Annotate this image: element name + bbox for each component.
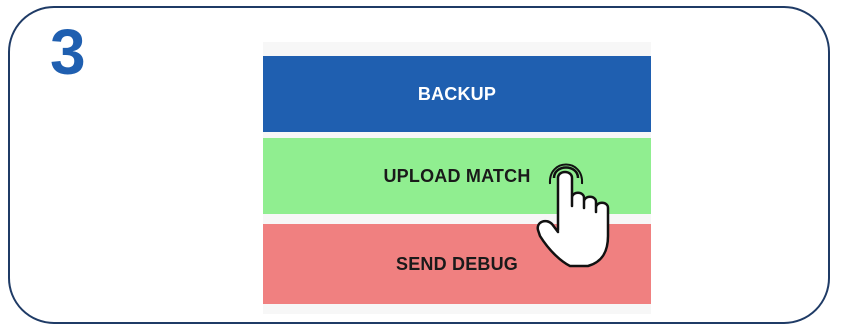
- backup-button[interactable]: BACKUP: [263, 56, 651, 132]
- step-number: 3: [50, 16, 86, 88]
- tap-hand-icon: [536, 156, 636, 276]
